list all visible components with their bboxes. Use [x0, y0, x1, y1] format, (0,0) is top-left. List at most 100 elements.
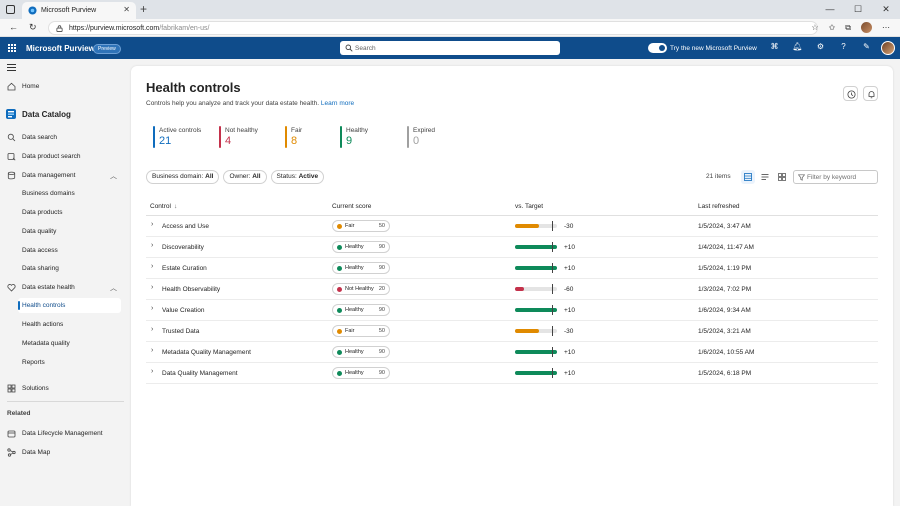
help-icon[interactable]: ?: [838, 42, 849, 54]
chevron-right-icon[interactable]: ›: [151, 284, 153, 291]
sidebar-item-metadata-quality[interactable]: Metadata quality: [0, 336, 131, 351]
browser-tab[interactable]: Microsoft Purview ✕: [22, 2, 136, 19]
sidebar-item-data-product-search[interactable]: Data product search: [0, 149, 131, 164]
sidebar-divider: [7, 401, 124, 402]
compact-view-button[interactable]: [758, 170, 772, 184]
search-input[interactable]: [355, 42, 555, 54]
url-host: https://purview.microsoft.com: [69, 24, 160, 32]
url-field[interactable]: https://purview.microsoft.com/fabrikam/e…: [48, 21, 818, 35]
sidebar-item-data-management[interactable]: Data management ︿: [0, 168, 131, 183]
filter-status[interactable]: Status: Active: [270, 170, 325, 184]
stat-expired[interactable]: Expired 0: [407, 126, 435, 148]
hamburger-menu-icon[interactable]: [7, 64, 16, 71]
collections-icon[interactable]: ⧉: [845, 23, 851, 33]
tab-actions-icon[interactable]: [6, 5, 15, 14]
window-close-icon[interactable]: ✕: [872, 0, 900, 19]
settings-gear-icon[interactable]: ⚙: [815, 42, 826, 54]
refresh-icon[interactable]: ↻: [29, 22, 37, 33]
sidebar-section-data-catalog[interactable]: Data Catalog: [0, 107, 131, 122]
back-arrow-icon[interactable]: ←: [9, 22, 18, 32]
stat-active-controls[interactable]: Active controls 21: [153, 126, 201, 148]
chevron-right-icon[interactable]: ›: [151, 305, 153, 312]
chevron-right-icon[interactable]: ›: [151, 263, 153, 270]
score-value: 50: [378, 223, 385, 229]
sidebar-item-data-products[interactable]: Data products: [0, 205, 131, 220]
stat-fair[interactable]: Fair 8: [285, 126, 302, 148]
control-name: Health Observability: [162, 285, 221, 293]
sidebar-item-data-lifecycle-management[interactable]: Data Lifecycle Management: [0, 426, 131, 441]
chevron-right-icon[interactable]: ›: [151, 368, 153, 375]
column-header-last-refreshed[interactable]: Last refreshed: [698, 203, 740, 210]
keyword-filter[interactable]: [793, 170, 878, 184]
target-marker: [552, 263, 554, 273]
table-row[interactable]: › Access and Use Fair 50 -30 1/5/2024, 3:47 A…: [146, 216, 878, 237]
sort-arrow-icon: ↓: [173, 203, 178, 210]
purview-logo-icon: [28, 6, 37, 15]
stat-not-healthy[interactable]: Not healthy 4: [219, 126, 258, 148]
sidebar-item-data-sharing[interactable]: Data sharing: [0, 261, 131, 276]
home-icon: [7, 82, 16, 91]
column-header-current-score[interactable]: Current score: [332, 203, 371, 210]
table-row[interactable]: › Metadata Quality Management Healthy 90 +10…: [146, 342, 878, 363]
filter-business-domain[interactable]: Business domain: All: [146, 170, 220, 184]
stat-healthy[interactable]: Healthy 9: [340, 126, 368, 148]
copilot-icon[interactable]: ⌘: [769, 42, 780, 54]
chevron-right-icon[interactable]: ›: [151, 242, 153, 249]
history-button[interactable]: [843, 86, 858, 101]
sidebar-item-business-domains[interactable]: Business domains: [0, 186, 131, 201]
minimize-icon[interactable]: —: [816, 0, 844, 19]
filter-owner[interactable]: Owner: All: [223, 170, 267, 184]
app-title[interactable]: Microsoft Purview: [26, 44, 95, 53]
chevron-right-icon[interactable]: ›: [151, 326, 153, 333]
lifecycle-icon: [7, 430, 16, 438]
browser-profile-avatar[interactable]: [861, 22, 872, 33]
bell-icon: [868, 91, 875, 99]
table-row[interactable]: › Discoverability Healthy 90 +10 1/4/2024, 11…: [146, 237, 878, 258]
grid-view-button[interactable]: [775, 170, 789, 184]
chevron-right-icon[interactable]: ›: [151, 347, 153, 354]
favorites-add-icon[interactable]: ☆: [811, 23, 818, 32]
plus-icon[interactable]: +: [140, 2, 147, 16]
table-row[interactable]: › Trusted Data Fair 50 -30 1/5/2024, 3:21 AM: [146, 321, 878, 342]
user-avatar[interactable]: [881, 41, 895, 55]
score-value: 90: [378, 265, 385, 271]
learn-more-link[interactable]: Learn more: [321, 100, 354, 107]
notifications-icon[interactable]: 🔔︎: [792, 42, 803, 54]
sidebar-item-data-estate-health[interactable]: Data estate health ︿: [0, 280, 131, 295]
sidebar-item-label: Data management: [22, 172, 76, 179]
keyword-filter-input[interactable]: [807, 172, 875, 183]
chevron-right-icon[interactable]: ›: [151, 221, 153, 228]
global-search[interactable]: [340, 41, 560, 55]
product-search-icon: [7, 153, 16, 161]
table-row[interactable]: › Value Creation Healthy 90 +10 1/6/2024, 9:3…: [146, 300, 878, 321]
sidebar-item-home[interactable]: Home: [0, 79, 131, 94]
score-badge: Healthy 90: [332, 345, 390, 358]
sidebar-item-data-access[interactable]: Data access: [0, 243, 131, 258]
table-row[interactable]: › Estate Curation Healthy 90 +10 1/5/2024, 1:…: [146, 258, 878, 279]
sidebar-item-data-quality[interactable]: Data quality: [0, 224, 131, 239]
column-header-control[interactable]: Control ↓: [150, 203, 177, 210]
new-experience-toggle[interactable]: [648, 43, 667, 53]
alerts-button[interactable]: [863, 86, 878, 101]
sidebar-item-health-controls[interactable]: Health controls: [18, 298, 121, 313]
table-row[interactable]: › Data Quality Management Healthy 90 +10 1/5/…: [146, 363, 878, 384]
sidebar-item-reports[interactable]: Reports: [0, 355, 131, 370]
favorites-icon[interactable]: ✩: [829, 23, 836, 32]
list-view-button[interactable]: [741, 170, 755, 184]
feedback-icon[interactable]: ✎: [861, 42, 872, 54]
sidebar-item-solutions[interactable]: Solutions: [0, 381, 131, 396]
sidebar-item-data-search[interactable]: Data search: [0, 130, 131, 145]
table-row[interactable]: › Health Observability Not Healthy 20 -60 1/3…: [146, 279, 878, 300]
target-delta: -30: [564, 222, 574, 230]
sidebar-item-health-actions[interactable]: Health actions: [0, 317, 131, 332]
app-launcher-icon[interactable]: [8, 44, 16, 52]
more-icon[interactable]: ⋯: [882, 23, 890, 32]
chevron-up-icon[interactable]: ︿: [110, 283, 117, 293]
column-header-vs-target[interactable]: vs. Target: [515, 203, 543, 210]
close-icon[interactable]: ✕: [123, 5, 130, 14]
status-dot: [337, 223, 342, 229]
sidebar-item-data-map[interactable]: Data Map: [0, 445, 131, 460]
chevron-up-icon[interactable]: ︿: [110, 171, 117, 181]
maximize-icon[interactable]: ☐: [844, 0, 872, 19]
table-body: › Access and Use Fair 50 -30 1/5/2024, 3:47 A…: [146, 216, 878, 384]
